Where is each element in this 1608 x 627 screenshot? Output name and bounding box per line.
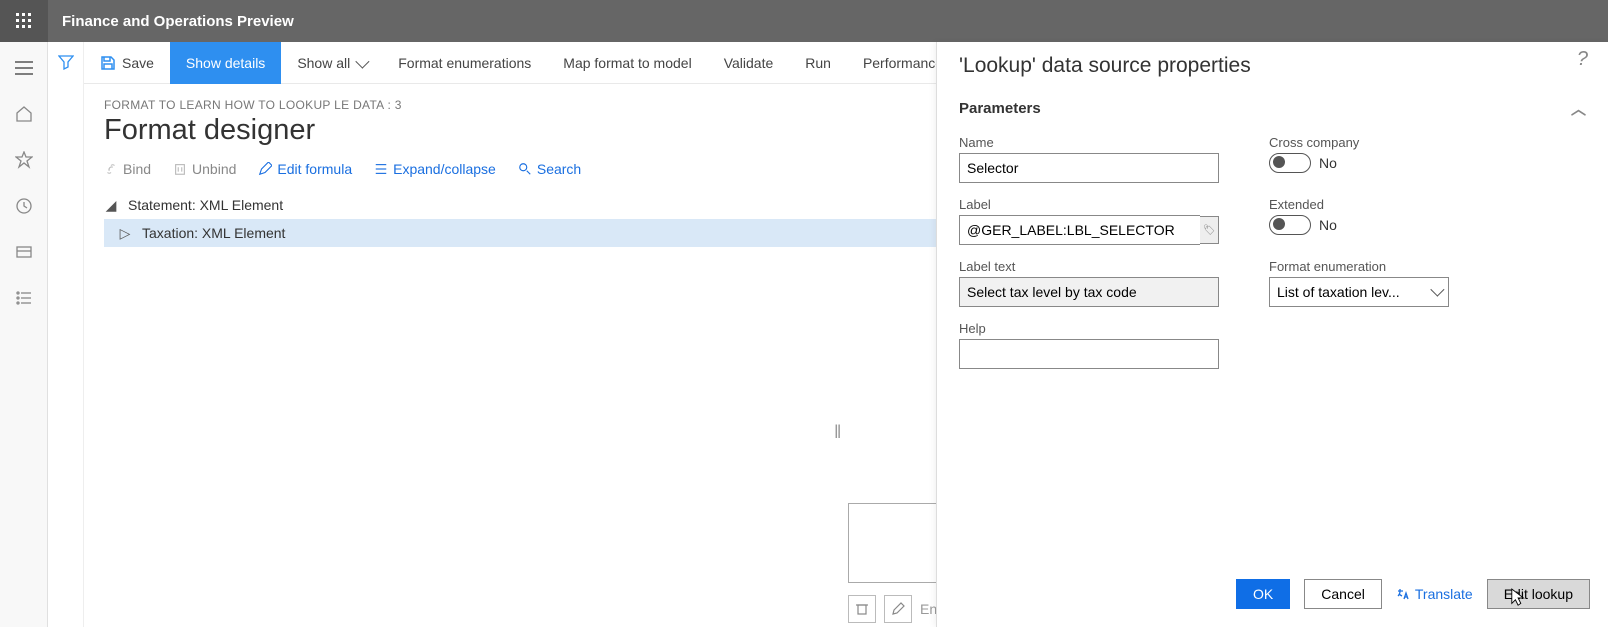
caret-icon[interactable]: ▷ (118, 225, 132, 242)
edit-lookup-button[interactable]: Edit lookup (1487, 579, 1590, 609)
chevron-down-icon (356, 54, 370, 68)
name-input[interactable] (959, 153, 1219, 183)
label-label: Label (959, 197, 1219, 212)
crosscompany-label: Cross company (1269, 135, 1469, 150)
name-label: Name (959, 135, 1219, 150)
labeltext-input (959, 277, 1219, 307)
filter-icon[interactable] (58, 54, 74, 75)
recent-icon[interactable] (12, 194, 36, 218)
run-button[interactable]: Run (789, 42, 847, 84)
labeltext-label: Label text (959, 259, 1219, 274)
save-label: Save (122, 55, 154, 71)
workspace-icon[interactable] (12, 240, 36, 264)
hamburger-icon[interactable] (12, 56, 36, 80)
parameters-section-header[interactable]: Parameters ︿ (937, 84, 1608, 123)
help-icon[interactable]: ? (1577, 48, 1588, 71)
unbind-tool: Unbind (173, 161, 236, 177)
translate-button[interactable]: Translate (1396, 586, 1473, 602)
panel-footer: OK Cancel Translate Edit lookup (937, 567, 1608, 627)
panel-title: 'Lookup' data source properties (959, 54, 1586, 78)
crosscompany-toggle[interactable] (1269, 153, 1311, 173)
splitter-handle[interactable]: ‖ (834, 422, 841, 443)
home-icon[interactable] (12, 102, 36, 126)
edit-button[interactable] (884, 595, 912, 623)
save-button[interactable]: Save (84, 42, 170, 84)
help-label: Help (959, 321, 1219, 336)
waffle-icon[interactable] (0, 0, 48, 42)
ok-button[interactable]: OK (1236, 579, 1290, 609)
app-title: Finance and Operations Preview (62, 13, 294, 30)
extended-label: Extended (1269, 197, 1469, 212)
chevron-up-icon: ︿ (1571, 98, 1586, 119)
crosscompany-value: No (1319, 155, 1337, 171)
formatenum-select[interactable] (1269, 277, 1449, 307)
star-icon[interactable] (12, 148, 36, 172)
map-format-button[interactable]: Map format to model (547, 42, 707, 84)
properties-panel: 'Lookup' data source properties ? Parame… (936, 42, 1608, 627)
show-details-button[interactable]: Show details (170, 42, 281, 84)
caret-icon[interactable]: ◢ (104, 197, 118, 214)
delete-button[interactable] (848, 595, 876, 623)
label-input[interactable] (959, 215, 1200, 245)
label-badge-icon[interactable]: 🏷 (1200, 216, 1219, 244)
filter-column (48, 42, 84, 627)
bind-tool: Bind (104, 161, 151, 177)
search-tool[interactable]: Search (518, 161, 581, 177)
extended-toggle[interactable] (1269, 215, 1311, 235)
extended-value: No (1319, 217, 1337, 233)
edit-formula-tool[interactable]: Edit formula (258, 161, 352, 177)
left-nav (0, 42, 48, 627)
expand-collapse-tool[interactable]: Expand/collapse (374, 161, 496, 177)
modules-icon[interactable] (12, 286, 36, 310)
cancel-button[interactable]: Cancel (1304, 579, 1382, 609)
formatenum-label: Format enumeration (1269, 259, 1469, 274)
validate-button[interactable]: Validate (708, 42, 790, 84)
format-enumerations-button[interactable]: Format enumerations (382, 42, 547, 84)
title-bar: Finance and Operations Preview (0, 0, 1608, 42)
show-all-button[interactable]: Show all (281, 42, 382, 84)
help-input[interactable] (959, 339, 1219, 369)
